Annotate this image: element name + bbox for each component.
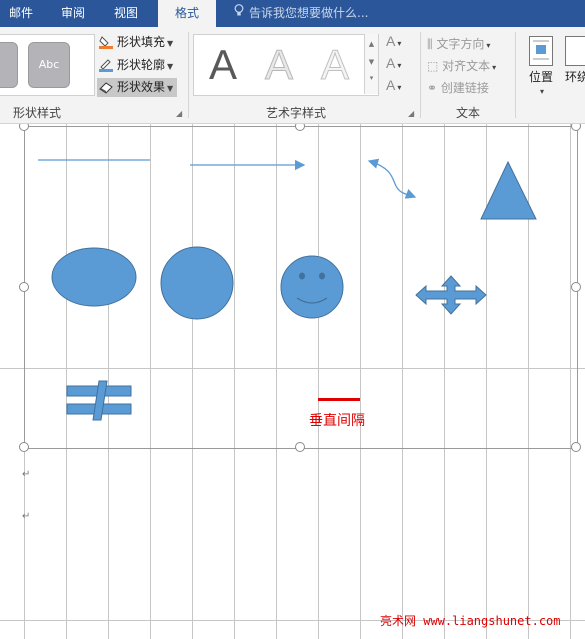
dialog-launcher-icon[interactable]: ◢ [176,109,182,118]
wordart-gallery[interactable]: A A A [193,34,379,96]
shape-effects-icon [99,80,113,94]
curved-double-arrow-shape[interactable] [367,158,417,199]
lightbulb-icon [232,0,246,27]
gallery-scroll[interactable]: ▲ ▼ ▾ [364,34,378,94]
tell-me-box[interactable]: 告诉我您想要做什么... [232,0,368,27]
wrap-text-button[interactable]: 环绕 [562,36,585,85]
link-icon: ⚭ [427,81,441,95]
group-label-text: 文本 [456,106,481,120]
wordart-sample[interactable]: A [198,39,248,91]
shape-outline-button[interactable]: 形状轮廓 ▼ [99,56,173,75]
pencil-icon [99,58,113,72]
shape-style-gallery[interactable]: c Abc [0,34,95,96]
four-way-arrow-shape[interactable] [415,275,487,315]
resize-handle[interactable] [571,282,581,292]
resize-handle[interactable] [19,282,29,292]
tab-review[interactable]: 审阅 [52,0,94,27]
spacing-indicator-line [318,398,360,401]
resize-handle[interactable] [295,442,305,452]
shape-effects-button[interactable]: 形状效果 ▼ [97,78,178,97]
group-label-shape-styles: 形状样式 [13,106,62,120]
document-area[interactable]: 垂直间隔 ↵ ↵ 亮术网 www.liangshunet.com [0,124,585,639]
triangle-shape[interactable] [480,160,537,220]
dialog-launcher-icon[interactable]: ◢ [408,109,414,118]
paragraph-mark-icon: ↵ [22,469,31,480]
oval-shape[interactable] [51,247,137,307]
tab-mailings[interactable]: 邮件 [0,0,42,27]
position-button[interactable]: 位置 ▾ [526,36,556,96]
text-outline-icon[interactable]: A ▾ [386,55,401,71]
wordart-sample[interactable]: A [310,39,360,91]
wordart-sample[interactable]: A [254,39,304,91]
not-equal-shape[interactable] [66,380,132,421]
text-fill-icon[interactable]: A ▾ [386,33,401,49]
text-direction-icon: ⫼ [427,37,437,51]
circle-shape[interactable] [160,246,234,320]
site-watermark: 亮术网 www.liangshunet.com [380,614,561,628]
vertical-spacing-label: 垂直间隔 [309,413,365,429]
shape-style-item[interactable]: c [0,42,18,88]
group-label-wordart: 艺术字样式 [266,106,327,120]
text-direction-button[interactable]: ⫼ 文字方向 ▾ [427,35,490,52]
paint-bucket-icon [99,35,113,49]
ribbon-tab-bar: 邮件 审阅 视图 格式 告诉我您想要做什么... [0,0,585,28]
create-link-button[interactable]: ⚭ 创建链接 [427,79,489,96]
align-text-button[interactable]: ⬚ 对齐文本 ▾ [427,57,496,74]
group-separator [188,32,189,118]
tell-me-text: 告诉我您想要做什么... [249,6,369,20]
resize-handle[interactable] [19,442,29,452]
align-text-icon: ⬚ [427,59,443,73]
canvas-shapes [38,158,537,421]
shape-fill-button[interactable]: 形状填充 ▼ [99,33,173,52]
paragraph-mark-icon: ↵ [22,511,31,522]
ribbon: c Abc 形状填充▼ 形状轮廓▼ 形状效果▼ 形状样式 ◢ A A A ▲▼▾… [0,27,585,124]
text-effects-icon[interactable]: A ▾ [386,77,401,93]
wrap-text-icon [565,36,585,66]
shape-style-item[interactable]: Abc [28,42,70,88]
resize-handle[interactable] [571,442,581,452]
group-separator [515,32,516,118]
position-icon [529,36,553,66]
group-separator [420,32,421,118]
smiley-face-shape[interactable] [280,255,344,319]
tab-format[interactable]: 格式 [158,0,216,28]
tab-view[interactable]: 视图 [104,0,148,27]
